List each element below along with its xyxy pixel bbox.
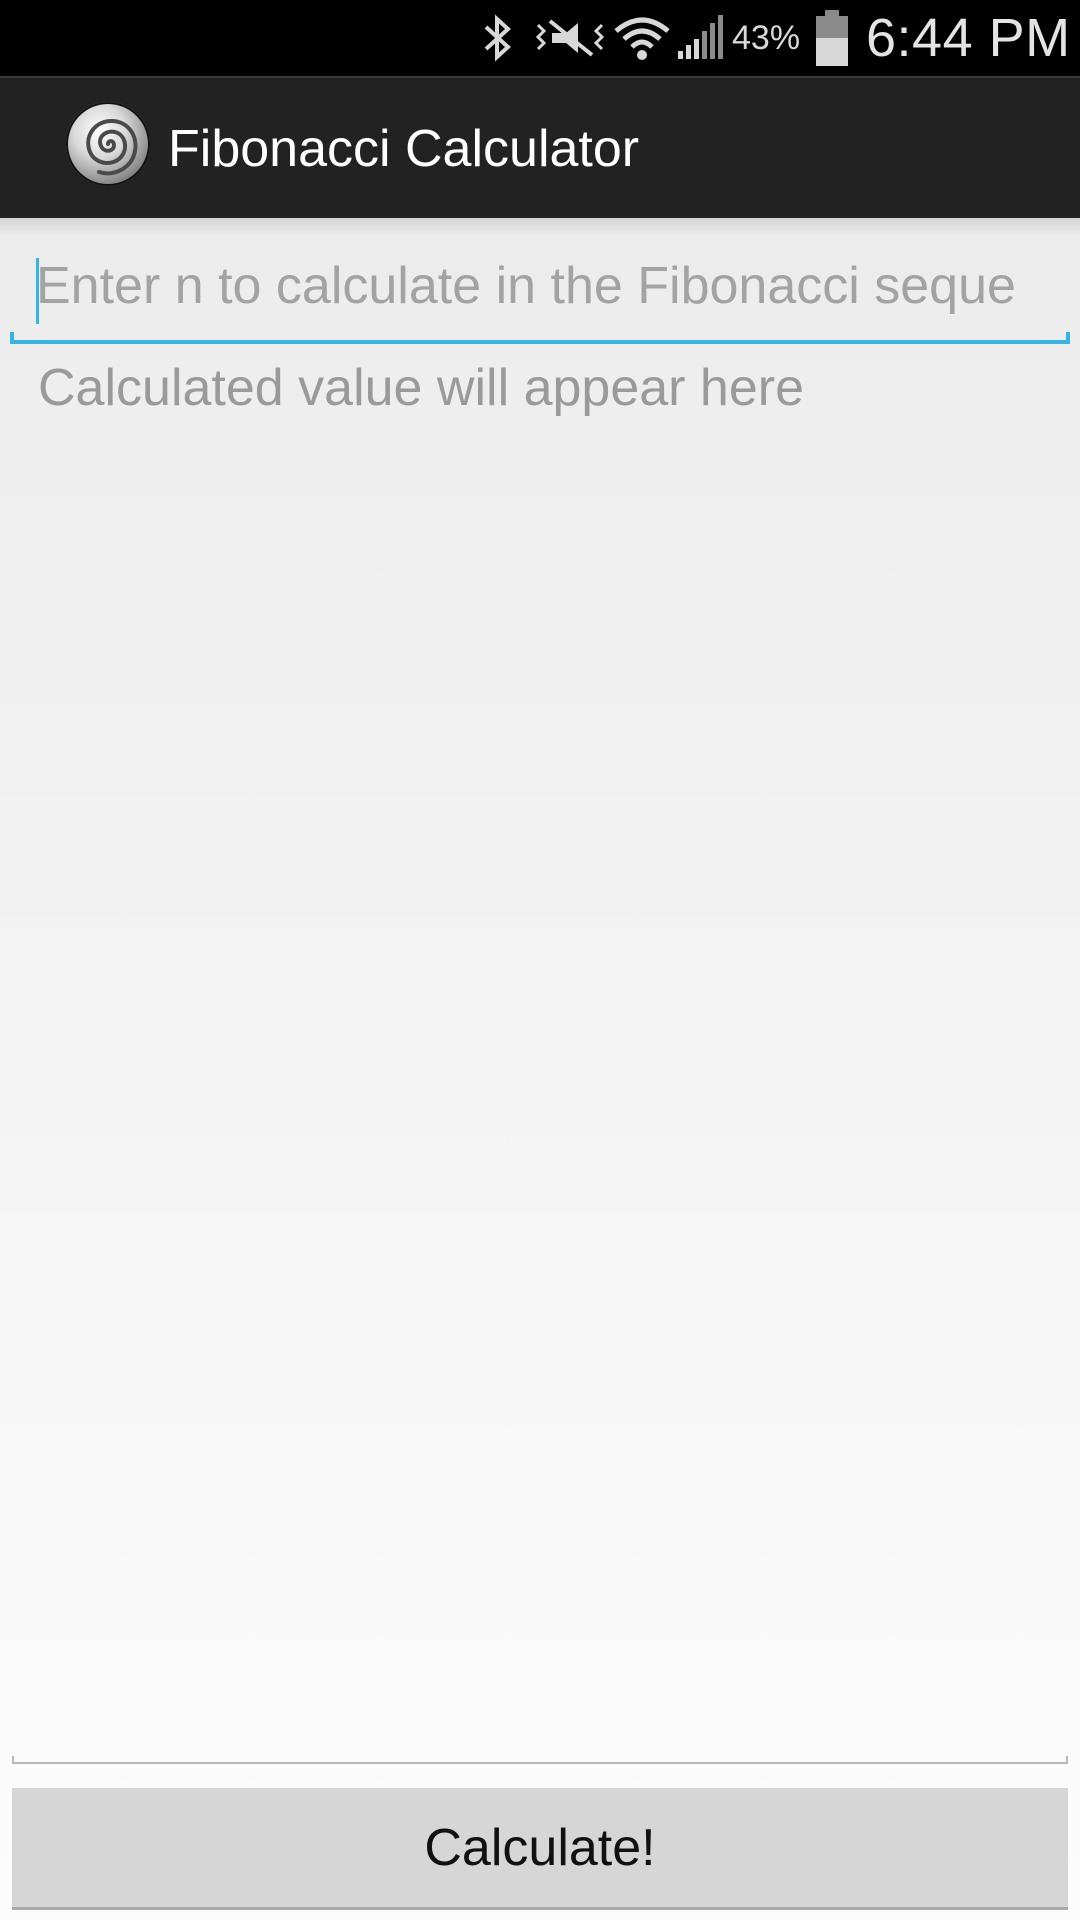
vibrate-icon: [532, 0, 608, 76]
input-underline: [10, 340, 1070, 344]
battery-icon: [812, 0, 852, 76]
calculate-button[interactable]: Calculate!: [12, 1788, 1068, 1910]
spiral-icon[interactable]: [66, 102, 150, 186]
battery-percent: 43%: [732, 18, 801, 57]
bluetooth-icon: [478, 0, 518, 76]
signal-icon: [676, 0, 726, 76]
wifi-icon: [614, 0, 670, 76]
action-bar-shadow: [0, 218, 1080, 236]
input-underline-left-tick: [10, 332, 14, 344]
action-bar: Fibonacci Calculator: [0, 76, 1080, 218]
clock: 6:44 PM: [866, 8, 1071, 68]
input-underline-right-tick: [1066, 332, 1070, 344]
app-title: Fibonacci Calculator: [168, 120, 640, 178]
status-bar: 43% 6:44 PM: [0, 0, 1080, 76]
result-text: Calculated value will appear here: [38, 359, 805, 417]
button-bar-divider: [12, 1756, 1068, 1764]
main-content: Calculated value will appear here Calcul…: [0, 218, 1080, 1920]
text-cursor: [36, 258, 39, 324]
n-input-container: [10, 238, 1070, 344]
n-input[interactable]: [36, 238, 1056, 334]
